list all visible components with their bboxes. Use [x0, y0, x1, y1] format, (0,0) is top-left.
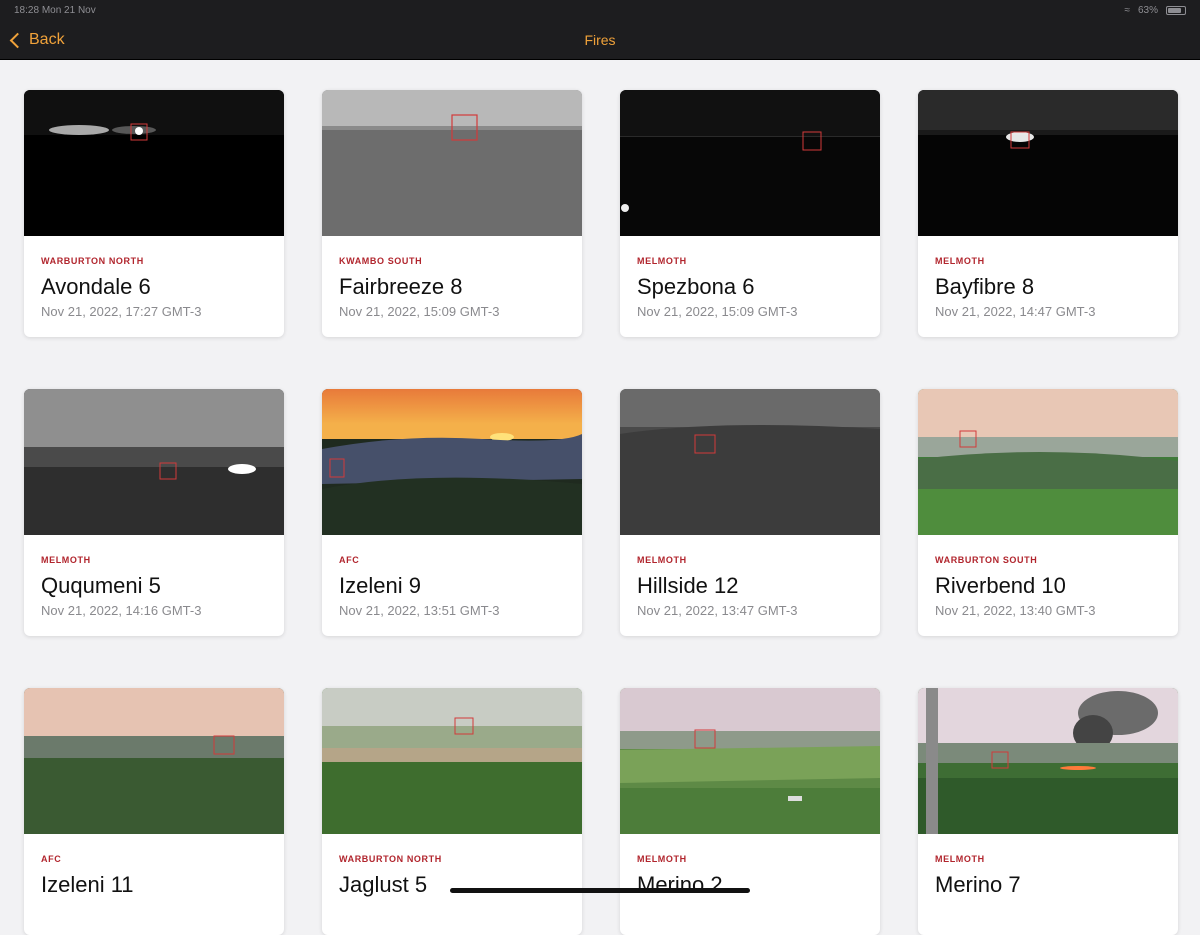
fire-name: Fairbreeze 8: [339, 274, 463, 299]
camera-thumbnail: [24, 688, 284, 834]
fire-card[interactable]: MELMOTH Spezbona 6 Nov 21, 2022, 15:09 GMT…: [620, 90, 880, 337]
status-bar: 18:28 Mon 21 Nov ≈ 63%: [0, 0, 1200, 20]
fire-timestamp: Nov 21, 2022, 13:51 GMT-3: [339, 603, 500, 618]
fire-card-info: MELMOTH Hillside 12 Nov 21, 2022, 13:47 GM…: [620, 535, 880, 618]
status-right: ≈ 63%: [1124, 5, 1186, 16]
fire-card[interactable]: WARBURTON NORTH Jaglust 5: [322, 688, 582, 935]
fire-name: Izeleni 9: [339, 573, 421, 598]
fire-name: Merino 2: [637, 872, 723, 897]
fire-region: MELMOTH: [935, 854, 985, 864]
fire-card[interactable]: WARBURTON NORTH Avondale 6 Nov 21, 2022, 1…: [24, 90, 284, 337]
wifi-icon: ≈: [1124, 4, 1130, 16]
camera-thumbnail: [918, 688, 1178, 834]
fire-card[interactable]: MELMOTH Ququmeni 5 Nov 21, 2022, 14:16 GMT…: [24, 389, 284, 636]
fire-name: Hillside 12: [637, 573, 739, 598]
fire-card[interactable]: KWAMBO SOUTH Fairbreeze 8 Nov 21, 2022, 15…: [322, 90, 582, 337]
fire-timestamp: Nov 21, 2022, 14:47 GMT-3: [935, 304, 1096, 319]
fire-region: MELMOTH: [637, 555, 687, 565]
fire-card[interactable]: MELMOTH Hillside 12 Nov 21, 2022, 13:47 GM…: [620, 389, 880, 636]
page-title: Fires: [584, 32, 616, 48]
fire-timestamp: Nov 21, 2022, 13:40 GMT-3: [935, 603, 1096, 618]
camera-thumbnail: [918, 389, 1178, 535]
fire-region: KWAMBO SOUTH: [339, 256, 423, 266]
fire-region: AFC: [41, 854, 62, 864]
fire-region: MELMOTH: [41, 555, 91, 565]
battery-icon: [1166, 5, 1186, 15]
fire-card-info: KWAMBO SOUTH Fairbreeze 8 Nov 21, 2022, 15…: [322, 236, 582, 319]
fire-card-info: AFC Izeleni 11: [24, 834, 284, 898]
fire-card[interactable]: MELMOTH Bayfibre 8 Nov 21, 2022, 14:47 GMT…: [918, 90, 1178, 337]
fire-timestamp: Nov 21, 2022, 15:09 GMT-3: [637, 304, 798, 319]
home-indicator[interactable]: [450, 888, 750, 893]
camera-thumbnail: [620, 688, 880, 834]
fire-name: Ququmeni 5: [41, 573, 161, 598]
fire-timestamp: Nov 21, 2022, 14:16 GMT-3: [41, 603, 202, 618]
status-time: 18:28: [14, 4, 40, 16]
navigation-bar: Back Fires: [0, 20, 1200, 60]
battery-percent: 63%: [1137, 4, 1158, 16]
fire-card-info: WARBURTON NORTH Avondale 6 Nov 21, 2022, 1…: [24, 236, 284, 319]
fire-card-info: WARBURTON SOUTH Riverbend 10 Nov 21, 2022,…: [918, 535, 1178, 618]
fire-region: MELMOTH: [637, 256, 687, 266]
camera-thumbnail: [620, 90, 880, 236]
fire-card[interactable]: AFC Izeleni 11: [24, 688, 284, 935]
fire-card-info: MELMOTH Spezbona 6 Nov 21, 2022, 15:09 GMT…: [620, 236, 880, 319]
camera-thumbnail: [24, 389, 284, 535]
status-time-date: 18:28 Mon 21 Nov: [14, 5, 96, 16]
fire-card[interactable]: MELMOTH Merino 2: [620, 688, 880, 935]
fire-card[interactable]: WARBURTON SOUTH Riverbend 10 Nov 21, 2022,…: [918, 389, 1178, 636]
fire-card[interactable]: AFC Izeleni 9 Nov 21, 2022, 13:51 GMT-3: [322, 389, 582, 636]
fire-card-info: MELMOTH Bayfibre 8 Nov 21, 2022, 14:47 GMT…: [918, 236, 1178, 319]
camera-thumbnail: [620, 389, 880, 535]
fire-timestamp: Nov 21, 2022, 17:27 GMT-3: [41, 304, 202, 319]
fire-name: Avondale 6: [41, 274, 151, 299]
fire-region: MELMOTH: [637, 854, 687, 864]
camera-thumbnail: [918, 90, 1178, 236]
fire-card[interactable]: MELMOTH Merino 7: [918, 688, 1178, 935]
camera-thumbnail: [322, 688, 582, 834]
fire-card-info: AFC Izeleni 9 Nov 21, 2022, 13:51 GMT-3: [322, 535, 582, 618]
fire-region: AFC: [339, 555, 360, 565]
fire-region: WARBURTON SOUTH: [935, 555, 1038, 565]
fire-name: Riverbend 10: [935, 573, 1066, 598]
fire-card-info: MELMOTH Merino 7: [918, 834, 1178, 898]
camera-thumbnail: [322, 389, 582, 535]
fire-name: Merino 7: [935, 872, 1021, 897]
camera-thumbnail: [322, 90, 582, 236]
status-date: Mon 21 Nov: [41, 4, 96, 16]
fires-grid: WARBURTON NORTH Avondale 6 Nov 21, 2022, 1…: [24, 90, 1178, 935]
fire-name: Spezbona 6: [637, 274, 755, 299]
fire-timestamp: Nov 21, 2022, 13:47 GMT-3: [637, 603, 798, 618]
fire-region: WARBURTON NORTH: [41, 256, 144, 266]
fire-name: Jaglust 5: [339, 872, 428, 897]
fire-region: WARBURTON NORTH: [339, 854, 442, 864]
fire-name: Izeleni 11: [41, 872, 134, 897]
camera-thumbnail: [24, 90, 284, 236]
fire-name: Bayfibre 8: [935, 274, 1035, 299]
fire-card-info: MELMOTH Ququmeni 5 Nov 21, 2022, 14:16 GMT…: [24, 535, 284, 618]
fire-timestamp: Nov 21, 2022, 15:09 GMT-3: [339, 304, 500, 319]
fire-region: MELMOTH: [935, 256, 985, 266]
